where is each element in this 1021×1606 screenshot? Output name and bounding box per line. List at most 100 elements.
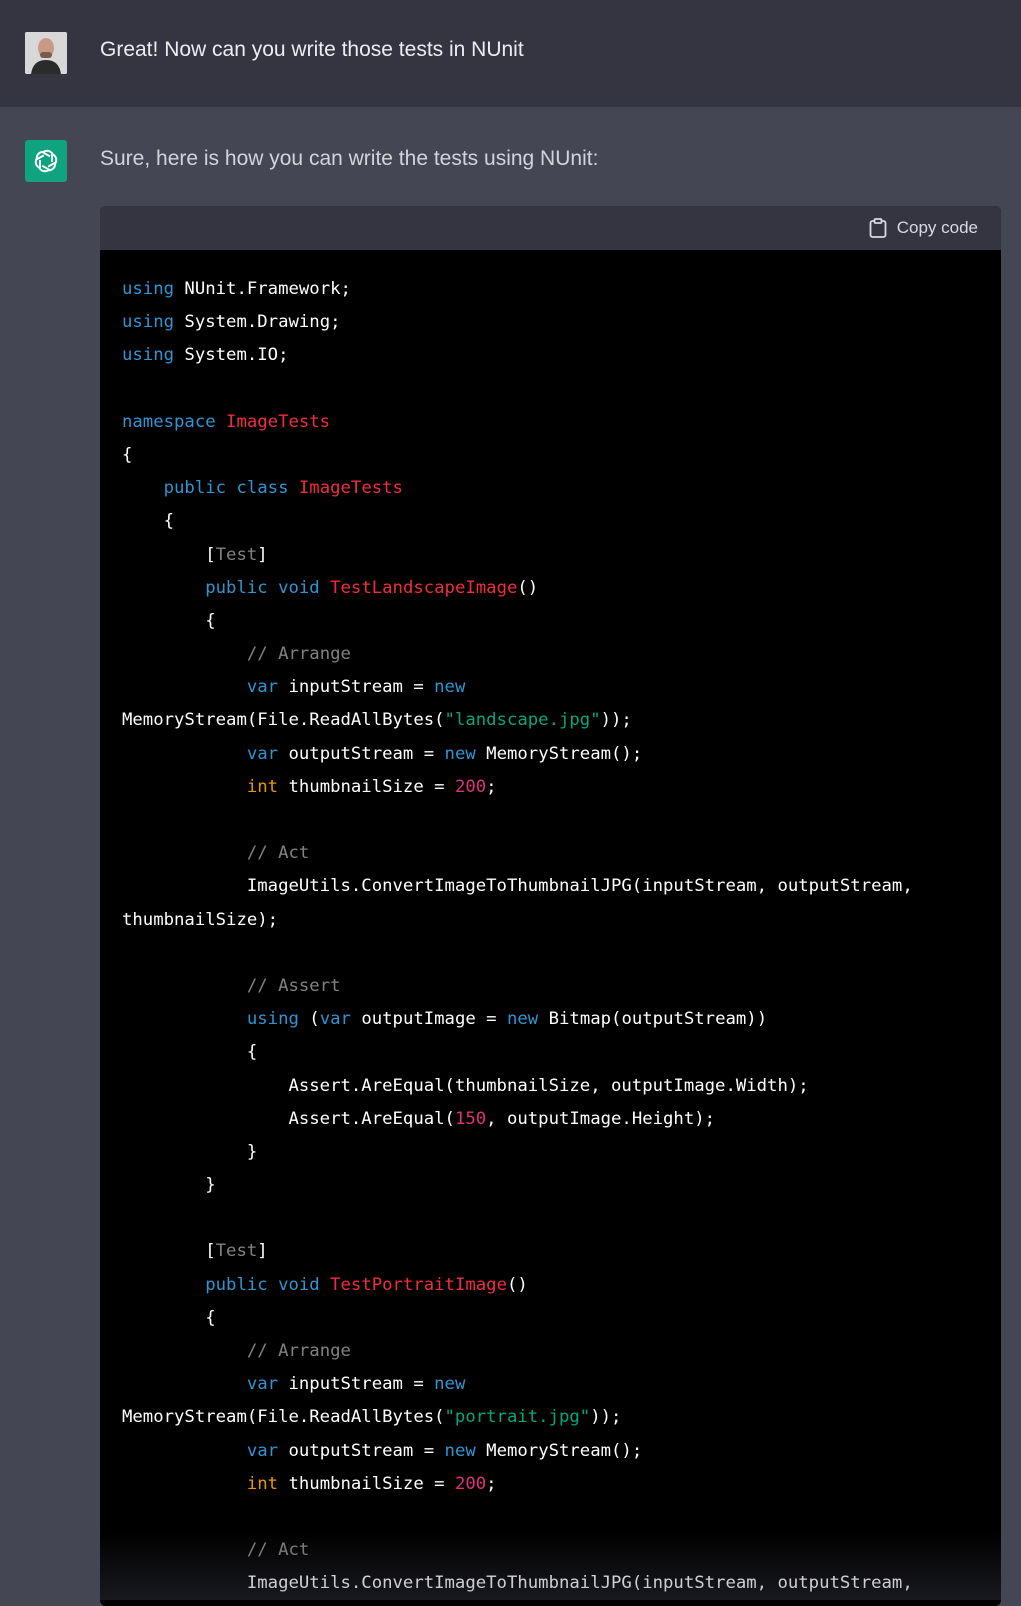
code-line: {	[122, 505, 981, 538]
user-avatar	[25, 32, 67, 74]
code-token: var	[246, 1374, 279, 1395]
code-token: namespace	[122, 411, 216, 432]
code-line: int thumbnailSize = 200;	[122, 1468, 981, 1501]
code-token: new	[444, 743, 476, 764]
code-token: thumbnailSize);	[122, 909, 279, 930]
code-token: inputStream =	[278, 677, 435, 698]
code-line: MemoryStream(File.ReadAllBytes("portrait…	[122, 1401, 981, 1434]
code-line: ImageUtils.ConvertImageToThumbnailJPG(in…	[122, 870, 981, 903]
code-token: using	[246, 1009, 299, 1030]
code-token: using	[122, 312, 175, 333]
code-token: System.Drawing;	[174, 312, 341, 333]
code-token: using	[122, 279, 175, 299]
code-line: Assert.AreEqual(thumbnailSize, outputIma…	[122, 1070, 981, 1103]
code-line: var outputStream = new MemoryStream();	[122, 1435, 981, 1468]
code-token: var	[246, 1440, 279, 1461]
code-line: // Act	[122, 837, 981, 870]
code-token: ]	[257, 544, 268, 565]
code-line: using NUnit.Framework;	[122, 273, 981, 306]
code-token: using	[122, 345, 175, 366]
code-token: // Assert	[246, 975, 341, 996]
code-token: }	[122, 1141, 258, 1162]
code-token: }	[122, 1175, 216, 1196]
code-token: inputStream =	[278, 1374, 435, 1395]
copy-code-button[interactable]: Copy code	[869, 218, 978, 238]
code-token: thumbnailSize =	[278, 776, 455, 797]
code-token: outputStream =	[278, 743, 445, 764]
code-line: [Test]	[122, 539, 981, 572]
code-token: class	[236, 478, 289, 499]
code-line: // Arrange	[122, 638, 981, 671]
code-line: var outputStream = new MemoryStream();	[122, 738, 981, 771]
code-token: "portrait.jpg"	[444, 1407, 591, 1428]
assistant-message-row: Sure, here is how you can write the test…	[0, 107, 1021, 1606]
code-line: ImageUtils.ConvertImageToThumbnailJPG(in…	[122, 1567, 981, 1600]
code-token: 200	[454, 1473, 487, 1494]
code-token: int	[246, 1473, 279, 1494]
code-token: [	[122, 544, 216, 565]
user-message-text: Great! Now can you write those tests in …	[100, 38, 524, 61]
code-token: public	[205, 1274, 268, 1295]
code-token: Bitmap(outputStream))	[538, 1009, 768, 1030]
code-token: TestLandscapeImage	[330, 577, 518, 598]
code-line: // Arrange	[122, 1335, 981, 1368]
code-token: Assert.AreEqual(thumbnailSize, outputIma…	[122, 1075, 809, 1096]
code-line: var inputStream = new	[122, 1368, 981, 1401]
code-token: ImageTests	[226, 411, 331, 432]
code-token: ImageUtils.ConvertImageToThumbnailJPG(in…	[122, 1573, 913, 1594]
code-token: var	[246, 743, 279, 764]
code-token: var	[319, 1009, 351, 1030]
code-token: (	[298, 1009, 320, 1030]
code-token: ]	[257, 1241, 268, 1262]
code-line: }	[122, 1169, 981, 1202]
code-token: new	[444, 1440, 476, 1461]
code-line: namespace ImageTests	[122, 406, 981, 439]
code-line: using System.Drawing;	[122, 306, 981, 339]
code-line: }	[122, 1136, 981, 1169]
code-token: {	[122, 444, 133, 465]
code-token: Assert.AreEqual(	[122, 1108, 455, 1129]
code-token: ));	[600, 710, 632, 731]
code-token: ()	[517, 577, 539, 598]
code-line: public class ImageTests	[122, 472, 981, 505]
code-token: Test	[215, 544, 258, 565]
code-token: int	[246, 776, 279, 797]
code-token: // Act	[246, 1540, 310, 1561]
code-token: public	[205, 577, 268, 598]
code-line: int thumbnailSize = 200;	[122, 771, 981, 804]
code-line: // Act	[122, 1534, 981, 1567]
code-token: // Arrange	[246, 1341, 351, 1361]
code-token: MemoryStream(File.ReadAllBytes(	[122, 1407, 445, 1428]
code-line: // Assert	[122, 970, 981, 1003]
code-token: new	[434, 1374, 466, 1395]
code-token: ;	[486, 1473, 497, 1494]
code-line: {	[122, 1302, 981, 1335]
code-token: {	[122, 511, 175, 532]
code-token: , outputImage.Height);	[486, 1108, 716, 1129]
code-line: [Test]	[122, 1235, 981, 1268]
code-token: "landscape.jpg"	[444, 710, 601, 731]
code-token: MemoryStream(File.ReadAllBytes(	[122, 710, 445, 731]
clipboard-icon	[869, 218, 887, 238]
code-line: Assert.AreEqual(150, outputImage.Height)…	[122, 1103, 981, 1136]
code-token: new	[507, 1009, 539, 1030]
code-block-header: Copy code	[100, 206, 1001, 250]
code-token: ImageUtils.ConvertImageToThumbnailJPG(in…	[122, 876, 913, 897]
code-token: {	[122, 1042, 258, 1063]
code-token: ImageTests	[298, 478, 403, 499]
